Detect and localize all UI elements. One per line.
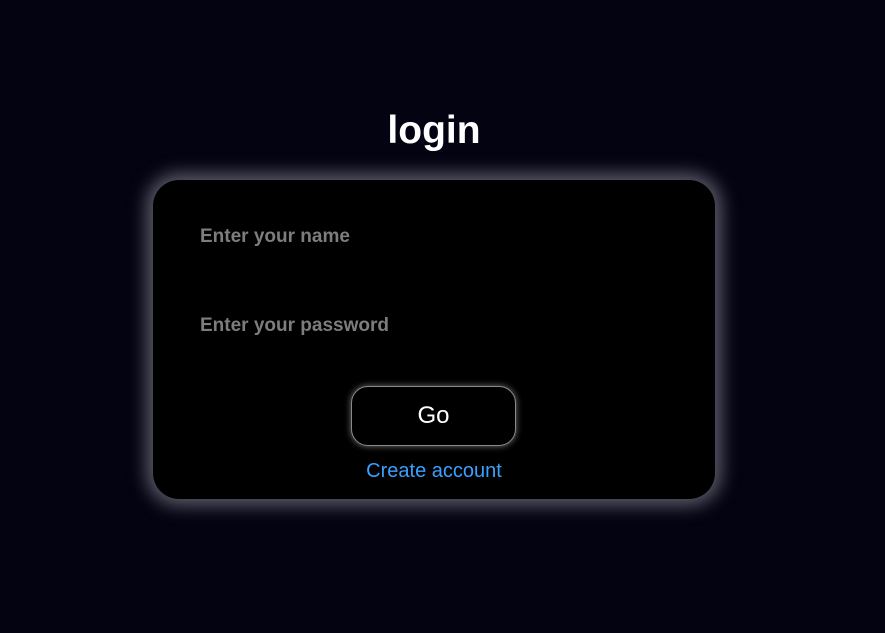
go-button[interactable]: Go [351, 386, 516, 446]
name-input[interactable] [198, 220, 670, 254]
page-title: login [387, 109, 481, 152]
create-account-link[interactable]: Create account [153, 460, 715, 483]
login-card: Go Create account [153, 180, 715, 499]
password-input[interactable] [198, 309, 670, 343]
login-page: login Go Create account [0, 0, 885, 633]
